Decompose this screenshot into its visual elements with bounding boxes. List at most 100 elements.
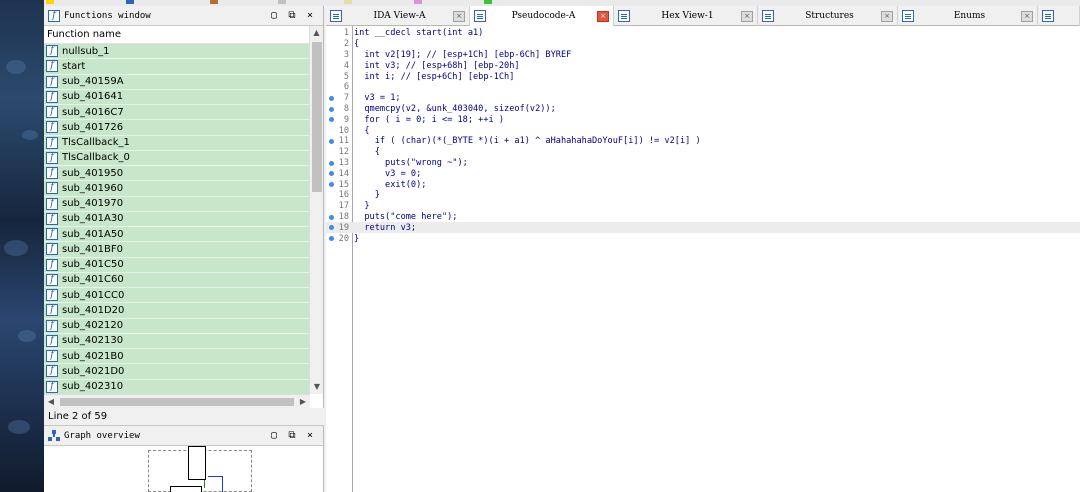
scroll-up-icon[interactable]: ▲ <box>310 26 323 40</box>
code-line[interactable]: 3 int v2[19]; // [esp+1Ch] [ebp-6Ch] BYR… <box>326 50 1080 61</box>
code-text[interactable]: if ( (char)(*(_BYTE *)(i + a1) ^ aHahaha… <box>351 136 701 146</box>
code-line[interactable]: 20} <box>326 233 1080 244</box>
scroll-down-icon[interactable]: ▼ <box>310 380 324 394</box>
code-text[interactable]: int v3; // [esp+68h] [ebp-20h] <box>351 61 519 71</box>
code-text[interactable]: return v3; <box>351 223 416 233</box>
breakpoint-dot-icon[interactable] <box>326 136 334 147</box>
code-text[interactable]: qmemcpy(v2, &unk_403040, sizeof(v2)); <box>351 104 555 114</box>
function-list-item[interactable]: f nullsub_1 <box>44 44 310 60</box>
function-list-item[interactable]: f sub_4016C7 <box>44 105 310 121</box>
function-list-item[interactable]: f sub_401C50 <box>44 257 310 273</box>
float-icon[interactable]: ⧉ <box>283 430 301 441</box>
function-name-column-header[interactable]: Function name <box>44 26 323 44</box>
code-text[interactable]: exit(0); <box>351 180 426 190</box>
function-list-item[interactable]: f sub_402120 <box>44 318 310 334</box>
code-line[interactable]: 14 v3 = 0; <box>326 168 1080 179</box>
code-line[interactable]: 16 } <box>326 190 1080 201</box>
graph-overview-canvas[interactable] <box>44 446 324 492</box>
pseudocode-view[interactable]: 1 int __cdecl start(int a1) 2{3 int v2[19]… <box>326 26 1080 492</box>
code-text[interactable]: v3 = 1; <box>351 93 400 103</box>
scroll-right-icon[interactable]: ▶ <box>296 395 310 409</box>
breakpoint-dot-icon[interactable] <box>326 104 334 115</box>
gutter-spacer[interactable] <box>326 39 334 50</box>
code-line[interactable]: 19 return v3; <box>326 222 1080 234</box>
gutter-spacer[interactable] <box>326 190 334 201</box>
gutter-spacer[interactable] <box>326 82 334 93</box>
function-list-item[interactable]: f sub_401960 <box>44 181 310 197</box>
code-text[interactable]: int i; // [esp+6Ch] [ebp-1Ch] <box>351 72 514 82</box>
function-list-item[interactable]: f sub_401BF0 <box>44 242 310 258</box>
tab-structures[interactable]: Structures × <box>758 6 898 26</box>
tab-close-icon[interactable]: × <box>741 10 753 22</box>
code-line[interactable]: 12 { <box>326 147 1080 158</box>
code-line[interactable]: 10 { <box>326 125 1080 136</box>
function-list-item[interactable]: f sub_401970 <box>44 196 310 212</box>
gutter-spacer[interactable] <box>326 28 334 39</box>
functions-window-titlebar[interactable]: f Functions window ▢ ⧉ × <box>44 6 323 26</box>
function-list-item[interactable]: f sub_401641 <box>44 89 310 105</box>
function-list-item[interactable]: f sub_401726 <box>44 120 310 136</box>
breakpoint-dot-icon[interactable] <box>326 168 334 179</box>
scrollbar-thumb[interactable] <box>60 398 294 406</box>
gutter-spacer[interactable] <box>326 125 334 136</box>
breakpoint-dot-icon[interactable] <box>326 212 334 223</box>
graph-overview-titlebar[interactable]: Graph overview ▢ ⧉ × <box>44 426 323 446</box>
breakpoint-dot-icon[interactable] <box>326 158 334 169</box>
scrollbar-thumb[interactable] <box>312 42 322 192</box>
function-list-item[interactable]: f sub_402130 <box>44 333 310 349</box>
tab-close-icon[interactable]: × <box>1021 10 1033 22</box>
tab-close-icon[interactable]: × <box>881 10 893 22</box>
function-list-item[interactable]: f start <box>44 59 310 75</box>
code-line[interactable]: 6 <box>326 82 1080 93</box>
breakpoint-dot-icon[interactable] <box>326 222 334 233</box>
code-line[interactable]: 15 exit(0); <box>326 179 1080 190</box>
code-text[interactable]: int v2[19]; // [esp+1Ch] [ebp-6Ch] BYREF <box>351 50 571 60</box>
tab-close-icon[interactable]: × <box>597 10 609 22</box>
close-icon[interactable]: × <box>301 10 319 21</box>
breakpoint-dot-icon[interactable] <box>326 179 334 190</box>
tab-enums[interactable]: Enums × <box>898 6 1038 26</box>
scroll-left-icon[interactable]: ◀ <box>44 395 58 409</box>
gutter-spacer[interactable] <box>326 147 334 158</box>
code-text[interactable]: puts("wrong ~"); <box>351 158 468 168</box>
code-text[interactable]: v3 = 0; <box>351 169 421 179</box>
code-line[interactable]: 1 int __cdecl start(int a1) <box>326 28 1080 39</box>
code-text[interactable]: { <box>351 126 369 136</box>
function-list[interactable]: f nullsub_1 f start f sub_40159A f sub_401641 f s… <box>44 44 310 394</box>
function-list-item[interactable]: f sub_402310 <box>44 379 310 394</box>
function-list-item[interactable]: f sub_401CC0 <box>44 288 310 304</box>
code-line[interactable]: 2{ <box>326 39 1080 50</box>
gutter-spacer[interactable] <box>326 60 334 71</box>
function-list-item[interactable]: f sub_401950 <box>44 166 310 182</box>
tab-pseudocode-a[interactable]: Pseudocode-A × <box>470 6 614 26</box>
code-text[interactable]: int __cdecl start(int a1) <box>351 28 483 38</box>
close-icon[interactable]: × <box>301 430 319 441</box>
gutter-spacer[interactable] <box>326 201 334 212</box>
vertical-scrollbar[interactable]: ▲ ▼ <box>309 26 323 394</box>
tab-hex-view-1[interactable]: Hex View-1 × <box>614 6 758 26</box>
function-list-item[interactable]: f sub_401D20 <box>44 303 310 319</box>
code-line[interactable]: 13 puts("wrong ~"); <box>326 158 1080 169</box>
restore-icon[interactable]: ▢ <box>265 10 283 21</box>
code-text[interactable]: } <box>351 234 359 244</box>
function-list-item[interactable]: f sub_4021D0 <box>44 364 310 380</box>
function-list-item[interactable]: f TlsCallback_1 <box>44 135 310 151</box>
function-list-item[interactable]: f TlsCallback_0 <box>44 150 310 166</box>
horizontal-scrollbar[interactable]: ◀ ▶ <box>44 394 310 408</box>
function-list-item[interactable]: f sub_401A30 <box>44 211 310 227</box>
code-text[interactable]: puts("come here"); <box>351 212 457 222</box>
function-list-item[interactable]: f sub_401C60 <box>44 272 310 288</box>
code-text[interactable]: } <box>351 190 380 200</box>
breakpoint-dot-icon[interactable] <box>326 233 334 244</box>
code-text[interactable]: { <box>351 39 359 49</box>
code-text[interactable]: { <box>351 147 380 157</box>
code-line[interactable]: 8 qmemcpy(v2, &unk_403040, sizeof(v2)); <box>326 104 1080 115</box>
code-line[interactable]: 18 puts("come here"); <box>326 212 1080 223</box>
code-line[interactable]: 17 } <box>326 201 1080 212</box>
tab-ida-view-a[interactable]: IDA View-A × <box>326 6 470 26</box>
float-icon[interactable]: ⧉ <box>283 10 301 21</box>
function-list-item[interactable]: f sub_40159A <box>44 74 310 90</box>
breakpoint-dot-icon[interactable] <box>326 114 334 125</box>
code-text[interactable]: for ( i = 0; i <= 18; ++i ) <box>351 115 504 125</box>
code-line[interactable]: 9 for ( i = 0; i <= 18; ++i ) <box>326 114 1080 125</box>
